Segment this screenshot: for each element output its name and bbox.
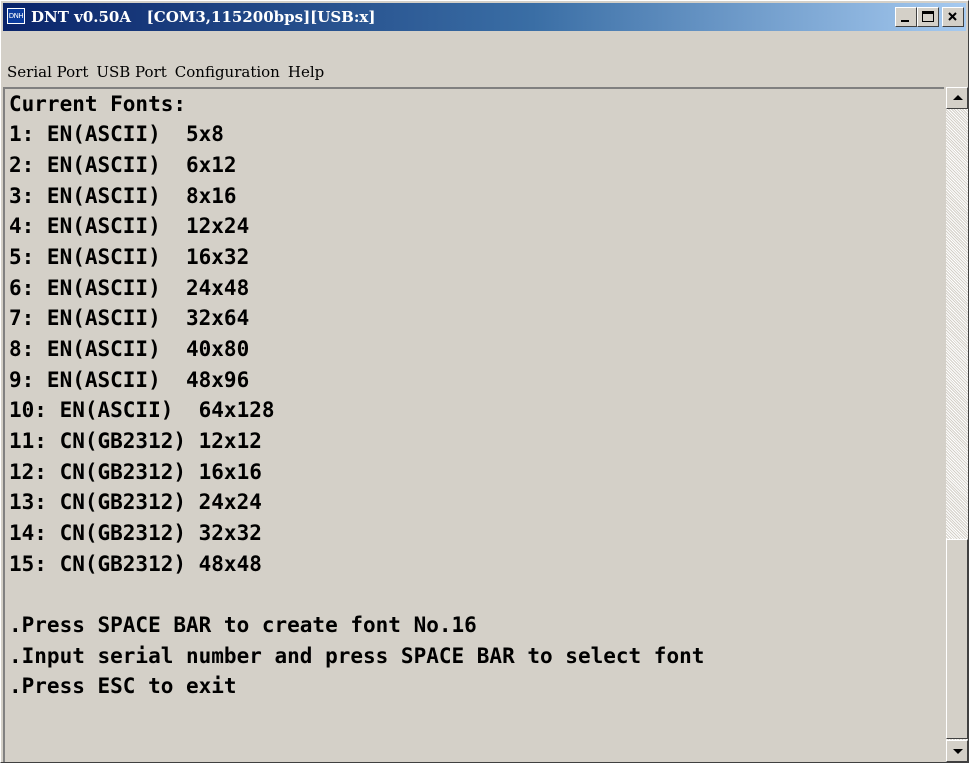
maximize-icon bbox=[922, 11, 934, 22]
terminal-line: 8: EN(ASCII) 40x80 bbox=[9, 337, 250, 361]
terminal-line: 7: EN(ASCII) 32x64 bbox=[9, 306, 250, 330]
terminal-line: 15: CN(GB2312) 48x48 bbox=[9, 552, 262, 576]
app-icon[interactable]: DNH bbox=[7, 8, 25, 24]
menu-configuration[interactable]: Configuration bbox=[171, 57, 284, 87]
minimize-icon bbox=[901, 20, 909, 22]
terminal-line: 4: EN(ASCII) 12x24 bbox=[9, 214, 250, 238]
minimize-button[interactable] bbox=[895, 7, 917, 27]
scroll-up-button[interactable] bbox=[946, 87, 968, 109]
menu-help[interactable]: Help bbox=[284, 57, 328, 87]
terminal-output[interactable]: Current Fonts: 1: EN(ASCII) 5x8 2: EN(AS… bbox=[3, 87, 944, 762]
terminal-line: 11: CN(GB2312) 12x12 bbox=[9, 429, 262, 453]
terminal-line: 2: EN(ASCII) 6x12 bbox=[9, 153, 237, 177]
scrollbar-thumb[interactable] bbox=[946, 539, 968, 739]
menu-serial-port[interactable]: Serial Port bbox=[3, 57, 92, 87]
terminal-line: 12: CN(GB2312) 16x16 bbox=[9, 460, 262, 484]
scroll-down-button[interactable] bbox=[946, 740, 968, 762]
arrow-up-icon bbox=[953, 95, 963, 100]
maximize-button[interactable] bbox=[917, 7, 939, 27]
terminal-line: 10: EN(ASCII) 64x128 bbox=[9, 398, 275, 422]
app-window: DNH DNT v0.50A [COM3,115200bps][USB:x] S… bbox=[0, 0, 969, 763]
window-title: DNT v0.50A [COM3,115200bps][USB:x] bbox=[31, 8, 376, 26]
terminal-line: 13: CN(GB2312) 24x24 bbox=[9, 490, 262, 514]
close-button[interactable] bbox=[942, 7, 964, 27]
terminal-line: 6: EN(ASCII) 24x48 bbox=[9, 276, 250, 300]
arrow-down-icon bbox=[953, 749, 963, 754]
terminal-line: 5: EN(ASCII) 16x32 bbox=[9, 245, 250, 269]
menu-bar: Serial Port USB Port Configuration Help bbox=[3, 57, 966, 87]
terminal-line: .Press SPACE BAR to create font No.16 bbox=[9, 613, 477, 637]
terminal-line: 14: CN(GB2312) 32x32 bbox=[9, 521, 262, 545]
vertical-scrollbar[interactable] bbox=[946, 87, 968, 762]
terminal-line: .Input serial number and press SPACE BAR… bbox=[9, 644, 705, 668]
menu-usb-port[interactable]: USB Port bbox=[92, 57, 170, 87]
title-bar[interactable]: DNH DNT v0.50A [COM3,115200bps][USB:x] bbox=[3, 3, 966, 31]
terminal-line: .Press ESC to exit bbox=[9, 674, 237, 698]
terminal-line: 9: EN(ASCII) 48x96 bbox=[9, 368, 250, 392]
terminal-line: 3: EN(ASCII) 8x16 bbox=[9, 184, 237, 208]
close-icon bbox=[948, 12, 957, 21]
terminal-line: 1: EN(ASCII) 5x8 bbox=[9, 122, 224, 146]
terminal-line: Current Fonts: bbox=[9, 92, 187, 116]
